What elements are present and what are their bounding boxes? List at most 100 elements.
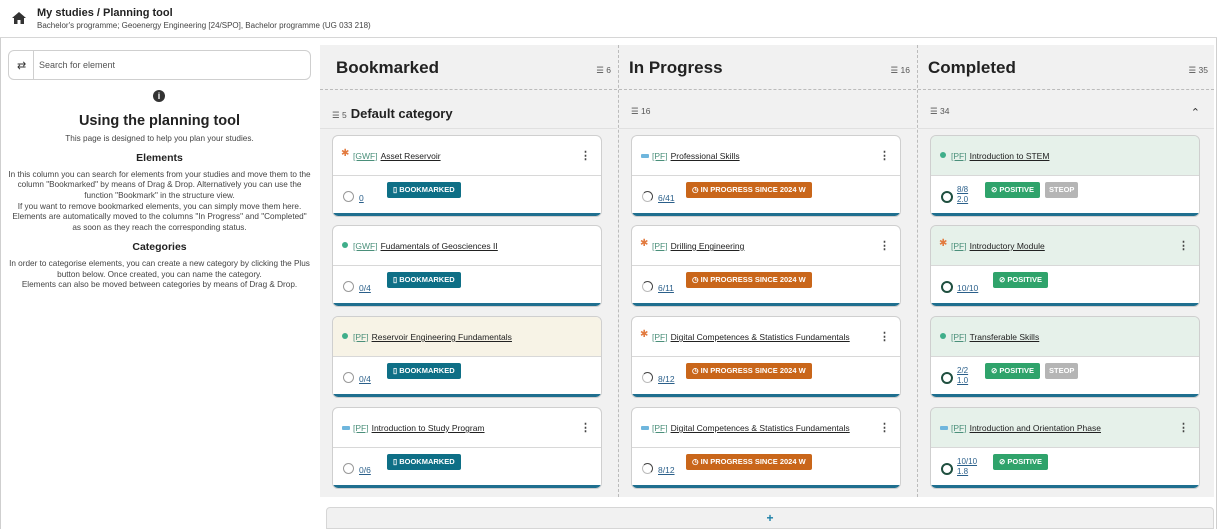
left-panel: ⇄ i Using the planning tool This page is… bbox=[8, 50, 311, 525]
bar-marker-icon bbox=[641, 426, 649, 430]
element-name: Professional Skills bbox=[670, 151, 740, 161]
progress-ring-icon bbox=[642, 463, 653, 474]
category-header[interactable]: ☰ 5 Default category bbox=[320, 97, 617, 129]
element-card[interactable]: ✱ [PF] Drilling Engineering ⋮ 6/11 ◷ IN P… bbox=[631, 225, 901, 307]
ects-progress[interactable]: 6/11 bbox=[658, 283, 674, 293]
element-card[interactable]: [PF] Transferable Skills 2/2 1.0 ⊘ POSITIV… bbox=[930, 316, 1200, 398]
element-title-link[interactable]: [PF] Professional Skills bbox=[652, 151, 740, 161]
card-accent-line bbox=[632, 394, 900, 397]
more-menu-icon[interactable]: ⋮ bbox=[1178, 421, 1189, 434]
element-title-link[interactable]: [PF] Drilling Engineering bbox=[652, 241, 744, 251]
more-menu-icon[interactable]: ⋮ bbox=[879, 421, 890, 434]
element-card[interactable]: [PF] Professional Skills ⋮ 6/41 ◷ IN PROG… bbox=[631, 135, 901, 217]
more-menu-icon[interactable]: ⋮ bbox=[580, 149, 591, 162]
column-header: Bookmarked ☰ 6 bbox=[320, 45, 617, 90]
ects-progress[interactable]: 0 bbox=[359, 193, 364, 203]
info-icon: i bbox=[153, 90, 165, 102]
element-code: [PF] bbox=[353, 423, 369, 433]
card-accent-line bbox=[931, 485, 1199, 488]
element-name: Introductory Module bbox=[969, 241, 1045, 251]
card-accent-line bbox=[931, 303, 1199, 306]
element-name: Introduction to Study Program bbox=[371, 423, 485, 433]
progress-ring-icon bbox=[343, 281, 354, 292]
status-badge: ⊘ POSITIVE bbox=[985, 182, 1040, 198]
column-count-value: 35 bbox=[1198, 65, 1208, 75]
element-title-link[interactable]: [PF] Transferable Skills bbox=[951, 332, 1039, 342]
swap-arrows-icon[interactable]: ⇄ bbox=[17, 59, 26, 72]
card-accent-line bbox=[333, 213, 601, 216]
ects-progress[interactable]: 8/12 bbox=[658, 465, 675, 475]
element-card[interactable]: ✱ [PF] Digital Competences & Statistics F… bbox=[631, 316, 901, 398]
ects-progress[interactable]: 6/41 bbox=[658, 193, 675, 203]
status-badge: ◷ IN PROGRESS SINCE 2024 W bbox=[686, 454, 812, 470]
ects-progress[interactable]: 10/10 bbox=[957, 283, 978, 293]
chevron-up-icon[interactable]: ⌃ bbox=[1191, 106, 1200, 119]
element-name: Reservoir Engineering Fundamentals bbox=[371, 332, 512, 342]
element-name: Transferable Skills bbox=[969, 332, 1040, 342]
card-footer: 8/12 ◷ IN PROGRESS SINCE 2024 W bbox=[632, 357, 900, 395]
more-menu-icon[interactable]: ⋮ bbox=[879, 239, 890, 252]
element-card[interactable]: ✱ [GWF] Asset Reservoir ⋮ 0 ▯ BOOKMARKED bbox=[332, 135, 602, 217]
element-card[interactable]: [PF] Introduction to STEM 8/8 2.0 ⊘ POSITI… bbox=[930, 135, 1200, 217]
element-card[interactable]: [PF] Introduction to Study Program ⋮ 0/6 … bbox=[332, 407, 602, 489]
ects-progress[interactable]: 0/4 bbox=[359, 283, 371, 293]
ects-progress[interactable]: 10/10 1.8 bbox=[957, 457, 977, 477]
element-title-link[interactable]: [GWF] Fudamentals of Geosciences II bbox=[353, 241, 498, 251]
element-title-link[interactable]: [PF] Reservoir Engineering Fundamentals bbox=[353, 332, 512, 342]
help-text: Using the planning tool This page is des… bbox=[8, 114, 311, 291]
progress-ring-icon bbox=[343, 191, 354, 202]
element-card[interactable]: [PF] Reservoir Engineering Fundamentals 0… bbox=[332, 316, 602, 398]
element-card[interactable]: [PF] Digital Competences & Statistics Fun… bbox=[631, 407, 901, 489]
ects-progress[interactable]: 2/2 1.0 bbox=[957, 366, 968, 386]
element-code: [PF] bbox=[951, 151, 967, 161]
card-header: [PF] Reservoir Engineering Fundamentals bbox=[333, 317, 601, 357]
card-accent-line bbox=[632, 485, 900, 488]
more-menu-icon[interactable]: ⋮ bbox=[1178, 239, 1189, 252]
star-marker-icon: ✱ bbox=[640, 238, 649, 249]
more-menu-icon[interactable]: ⋮ bbox=[879, 330, 890, 343]
category-header[interactable]: ☰ 34 ⌃ bbox=[918, 97, 1214, 129]
element-name: Digital Competences & Statistics Fundame… bbox=[670, 423, 850, 433]
column-bookmarked: Bookmarked ☰ 6 ☰ 5 Default category ✱ [GW… bbox=[320, 45, 617, 497]
status-badge: ◷ IN PROGRESS SINCE 2024 W bbox=[686, 363, 812, 379]
ects-progress[interactable]: 8/12 bbox=[658, 374, 675, 384]
element-card[interactable]: ✱ [PF] Introductory Module ⋮ 10/10 ⊘ POSI… bbox=[930, 225, 1200, 307]
element-title-link[interactable]: [PF] Introduction and Orientation Phase bbox=[951, 423, 1101, 433]
element-title-link[interactable]: [PF] Digital Competences & Statistics Fun… bbox=[652, 332, 850, 342]
category-count: 16 bbox=[641, 106, 651, 116]
ects-progress[interactable]: 8/8 2.0 bbox=[957, 185, 968, 205]
element-title-link[interactable]: [PF] Introduction to Study Program bbox=[353, 423, 485, 433]
search-input[interactable] bbox=[39, 57, 299, 73]
bar-marker-icon bbox=[641, 154, 649, 158]
category-header[interactable]: ☰ 16 bbox=[619, 97, 916, 129]
element-title-link[interactable]: [GWF] Asset Reservoir bbox=[353, 151, 441, 161]
list-icon: ☰ bbox=[890, 65, 899, 75]
column-count: ☰ 6 bbox=[596, 65, 611, 76]
element-card[interactable]: [PF] Introduction and Orientation Phase ⋮… bbox=[930, 407, 1200, 489]
status-badge: ◷ IN PROGRESS SINCE 2024 W bbox=[686, 272, 812, 288]
card-header: [PF] Professional Skills ⋮ bbox=[632, 136, 900, 176]
add-category-button[interactable]: + bbox=[326, 507, 1214, 529]
ects-progress[interactable]: 0/4 bbox=[359, 374, 371, 384]
bar-marker-icon bbox=[342, 426, 350, 430]
column-header: In Progress ☰ 16 bbox=[619, 45, 916, 90]
list-icon: ☰ bbox=[596, 65, 604, 75]
column-completed: Completed ☰ 35 ☰ 34 ⌃ [PF] Introduction t… bbox=[918, 45, 1214, 497]
ects-progress[interactable]: 0/6 bbox=[359, 465, 371, 475]
card-accent-line bbox=[333, 303, 601, 306]
home-icon[interactable] bbox=[12, 12, 26, 24]
element-title-link[interactable]: [PF] Digital Competences & Statistics Fun… bbox=[652, 423, 850, 433]
card-accent-line bbox=[931, 394, 1199, 397]
list-icon: ☰ bbox=[1188, 65, 1197, 75]
element-code: [PF] bbox=[652, 151, 668, 161]
element-title-link[interactable]: [PF] Introduction to STEM bbox=[951, 151, 1049, 161]
more-menu-icon[interactable]: ⋮ bbox=[879, 149, 890, 162]
breadcrumb: My studies / Planning tool bbox=[37, 7, 173, 19]
column-in-progress: In Progress ☰ 16 ☰ 16 [PF] Professional S… bbox=[619, 45, 916, 497]
categories-paragraph-1: In order to categorise elements, you can… bbox=[9, 258, 310, 279]
more-menu-icon[interactable]: ⋮ bbox=[580, 421, 591, 434]
element-card[interactable]: [GWF] Fudamentals of Geosciences II 0/4 ▯… bbox=[332, 225, 602, 307]
element-title-link[interactable]: [PF] Introductory Module bbox=[951, 241, 1045, 251]
steop-badge: STEOP bbox=[1045, 363, 1079, 379]
element-code: [GWF] bbox=[353, 241, 378, 251]
